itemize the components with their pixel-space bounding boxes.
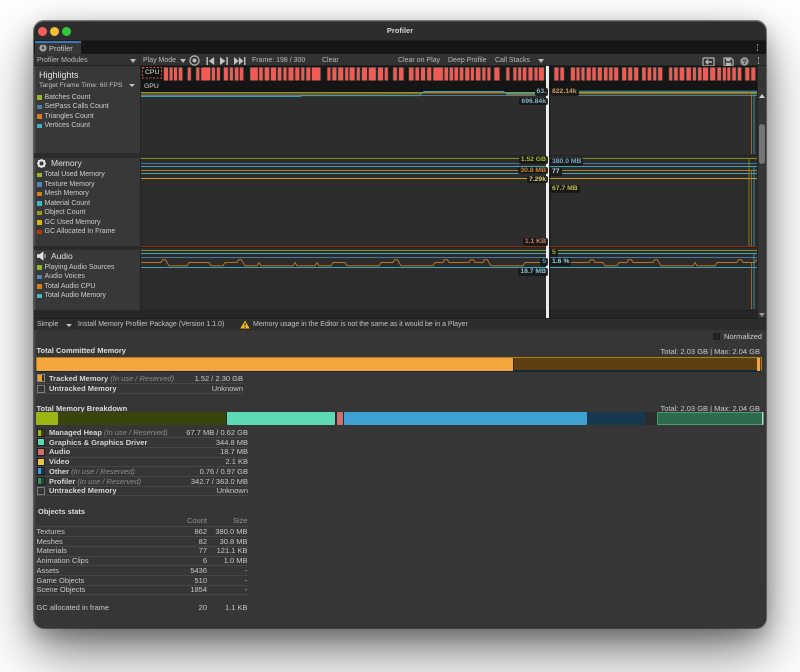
svg-text:?: ? bbox=[743, 59, 747, 66]
